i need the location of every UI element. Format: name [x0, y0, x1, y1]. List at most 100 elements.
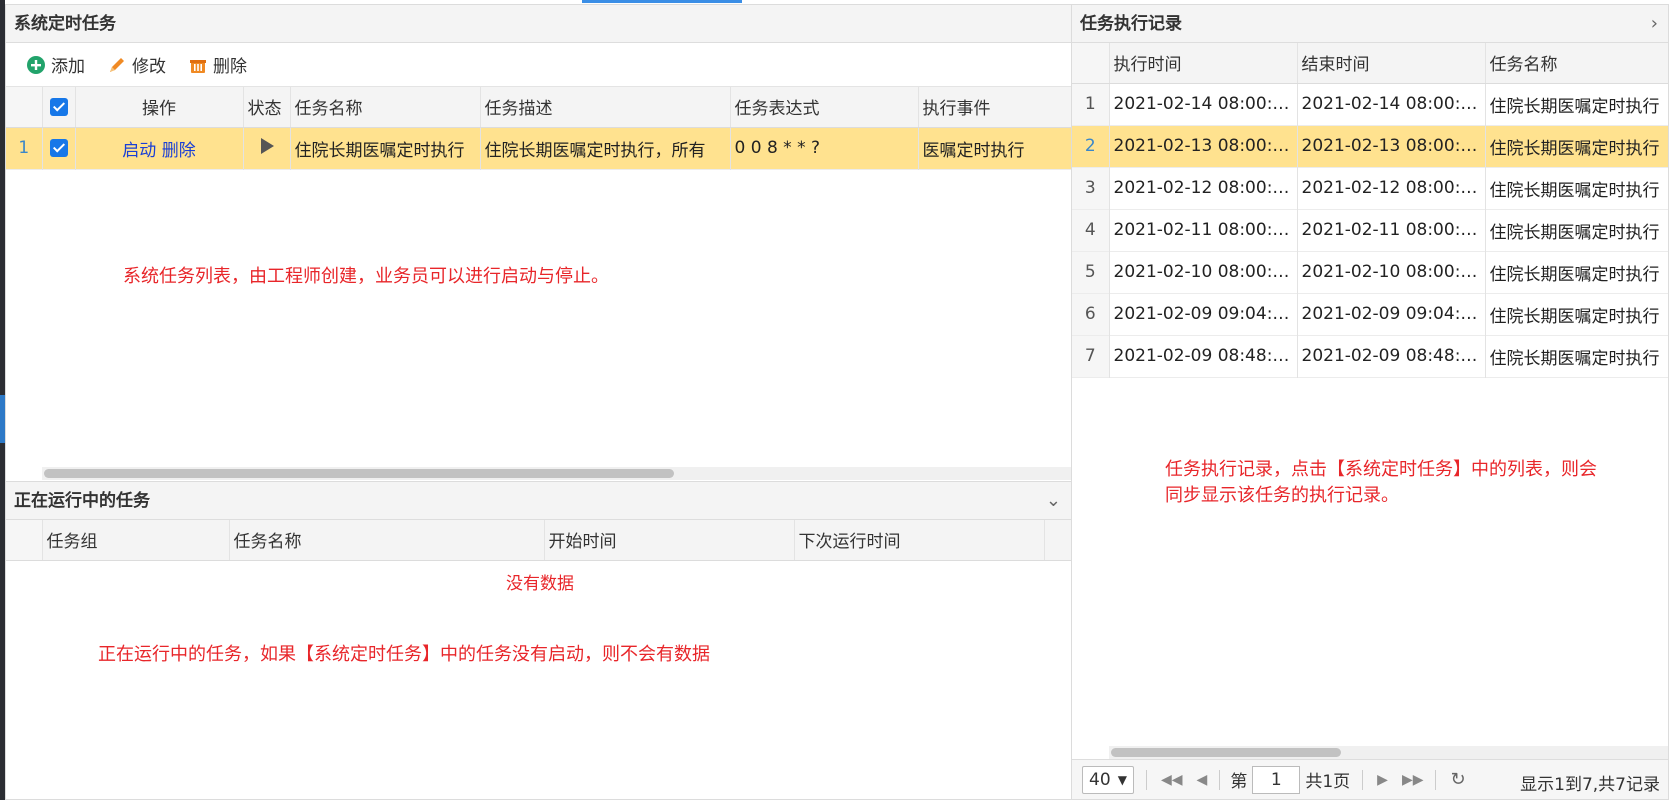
- page-size-value: 40: [1089, 769, 1111, 790]
- scrollbar-thumb[interactable]: [1111, 748, 1341, 757]
- delete-basket-icon: [190, 59, 206, 73]
- task-list-note: 系统任务列表，由工程师创建，业务员可以进行启动与停止。: [123, 266, 609, 287]
- table-row[interactable]: 3 2021-02-12 08:00:00 2021-02-12 08:00:0…: [1072, 167, 1668, 209]
- table-row[interactable]: 2 2021-02-13 08:00:00 2021-02-13 08:00:0…: [1072, 125, 1668, 167]
- no-data-text: 没有数据: [506, 574, 574, 594]
- exec-event-cell: 医嘱定时执行: [918, 127, 1071, 169]
- divider: [1219, 769, 1221, 790]
- note-line-1: 任务执行记录，点击【系统定时任务】中的列表，则会: [1165, 459, 1597, 480]
- task-name-cell: 住院长期医嘱定时执行: [1485, 293, 1668, 335]
- exec-time-cell: 2021-02-09 09:04:43: [1109, 293, 1298, 335]
- horizontal-scrollbar[interactable]: [42, 467, 1071, 480]
- edit-pencil-icon: [110, 57, 124, 72]
- pagination-bar: 40 ▼ ◀◀ ◀ 第 1 共1页 ▶ ▶▶ ↻ 显示1到7,共7记录: [1072, 759, 1668, 799]
- exec-time-cell: 2021-02-12 08:00:00: [1109, 167, 1298, 209]
- row-number-header: [1072, 43, 1110, 84]
- row-number: 3: [1072, 167, 1110, 209]
- checkbox-icon: [49, 139, 68, 157]
- exec-time-cell: 2021-02-09 08:48:40: [1109, 335, 1298, 377]
- play-icon: [260, 137, 274, 154]
- col-header-operation[interactable]: 操作: [75, 87, 244, 128]
- row-number: 7: [1072, 335, 1110, 377]
- panel-title-text: 正在运行中的任务: [14, 491, 150, 511]
- system-timed-tasks-panel: 系统定时任务 添加 修改 删除 操作 状态 任务名称 任务描述 任务表达式 执行…: [5, 4, 1072, 482]
- note-line-2: 同步显示该任务的执行记录。: [1165, 485, 1399, 506]
- chevron-down-icon: ▼: [1117, 772, 1127, 787]
- table-row[interactable]: 4 2021-02-11 08:00:00 2021-02-11 08:00:0…: [1072, 209, 1668, 251]
- task-name-cell: 住院长期医嘱定时执行: [1485, 83, 1668, 125]
- end-time-cell: 2021-02-09 08:48:43: [1297, 335, 1486, 377]
- horizontal-scrollbar[interactable]: [1109, 746, 1668, 759]
- running-table-header: 任务组 任务名称 开始时间 下次运行时间: [6, 520, 1071, 561]
- edit-label: 修改: [132, 57, 166, 77]
- delete-link[interactable]: 删除: [162, 141, 196, 161]
- col-header-exec-event[interactable]: 执行事件: [918, 87, 1071, 128]
- add-icon: [27, 55, 45, 74]
- add-button[interactable]: 添加: [26, 52, 85, 77]
- operation-cell: 启动 删除: [75, 127, 244, 169]
- page-number-input[interactable]: 1: [1252, 765, 1301, 794]
- end-time-cell: 2021-02-13 08:00:03: [1297, 125, 1486, 167]
- end-time-cell: 2021-02-14 08:00:03: [1297, 83, 1486, 125]
- checkbox-icon: [49, 97, 68, 116]
- col-header-status[interactable]: 状态: [243, 87, 291, 128]
- col-header-task-name[interactable]: 任务名称: [229, 520, 545, 561]
- row-number: 6: [1072, 293, 1110, 335]
- row-number: 4: [1072, 209, 1110, 251]
- end-time-cell: 2021-02-12 08:00:04: [1297, 167, 1486, 209]
- row-number: 1: [6, 127, 43, 169]
- table-row[interactable]: 1 启动 删除 住院长期医嘱定时执行 住院长期医嘱定时执行，所有 0 0 8 *…: [6, 127, 1071, 169]
- exec-time-cell: 2021-02-10 08:00:00: [1109, 251, 1298, 293]
- chevron-down-icon[interactable]: ⌄: [1046, 482, 1061, 520]
- active-tab-indicator: [582, 0, 742, 3]
- first-page-icon[interactable]: ◀◀: [1161, 772, 1183, 788]
- records-table-header: 执行时间 结束时间 任务名称: [1072, 43, 1668, 84]
- panel-title: 系统定时任务: [6, 5, 1071, 43]
- refresh-icon[interactable]: ↻: [1450, 769, 1465, 790]
- col-header-next-run-time[interactable]: 下次运行时间: [794, 520, 1045, 561]
- scrollbar-thumb[interactable]: [44, 469, 674, 478]
- exec-time-cell: 2021-02-14 08:00:00: [1109, 83, 1298, 125]
- page-label: 第: [1230, 772, 1248, 792]
- start-link[interactable]: 启动: [122, 141, 156, 161]
- table-row[interactable]: 1 2021-02-14 08:00:00 2021-02-14 08:00:0…: [1072, 83, 1668, 125]
- page-size-select[interactable]: 40 ▼: [1082, 765, 1134, 794]
- col-header-task-name[interactable]: 任务名称: [1485, 43, 1668, 84]
- table-row[interactable]: 6 2021-02-09 09:04:43 2021-02-09 09:04:4…: [1072, 293, 1668, 335]
- delete-button[interactable]: 删除: [188, 52, 247, 77]
- task-name-cell: 住院长期医嘱定时执行: [1485, 125, 1668, 167]
- chevron-right-icon[interactable]: ›: [1651, 5, 1658, 43]
- execution-records-table: 执行时间 结束时间 任务名称 1 2021-02-14 08:00:00 202…: [1072, 43, 1668, 378]
- running-tasks-panel: 正在运行中的任务 ⌄ 任务组 任务名称 开始时间 下次运行时间 没有数据 正在运…: [5, 481, 1072, 800]
- status-cell[interactable]: [243, 127, 291, 169]
- tasks-table: 操作 状态 任务名称 任务描述 任务表达式 执行事件 1 启动 删除 住院长期医…: [6, 87, 1071, 170]
- last-page-icon[interactable]: ▶▶: [1402, 772, 1424, 788]
- end-time-cell: 2021-02-09 09:04:45: [1297, 293, 1486, 335]
- running-tasks-note: 正在运行中的任务，如果【系统定时任务】中的任务没有启动，则不会有数据: [98, 644, 710, 665]
- task-execution-records-panel: 任务执行记录 › 执行时间 结束时间 任务名称 1 2021-02-14 08:…: [1071, 4, 1669, 800]
- task-name-cell: 住院长期医嘱定时执行: [1485, 251, 1668, 293]
- edit-button[interactable]: 修改: [107, 52, 166, 77]
- select-all-checkbox[interactable]: [42, 87, 76, 128]
- divider: [1362, 769, 1364, 790]
- table-row[interactable]: 5 2021-02-10 08:00:00 2021-02-10 08:00:0…: [1072, 251, 1668, 293]
- col-header-task-expr[interactable]: 任务表达式: [730, 87, 919, 128]
- col-header-task-group[interactable]: 任务组: [42, 520, 230, 561]
- col-header-task-desc[interactable]: 任务描述: [480, 87, 731, 128]
- exec-time-cell: 2021-02-11 08:00:00: [1109, 209, 1298, 251]
- col-header-exec-time[interactable]: 执行时间: [1109, 43, 1298, 84]
- row-number: 2: [1072, 125, 1110, 167]
- row-number: 1: [1072, 83, 1110, 125]
- next-page-icon[interactable]: ▶: [1377, 772, 1388, 788]
- divider: [1435, 769, 1437, 790]
- app-root: 系统定时任务 添加 修改 删除 操作 状态 任务名称 任务描述 任务表达式 执行…: [0, 0, 1669, 800]
- task-expr-cell: 0 0 8 * * ?: [730, 127, 919, 169]
- col-header-end-time[interactable]: 结束时间: [1297, 43, 1486, 84]
- toolbar: 添加 修改 删除: [6, 43, 1071, 87]
- col-header-start-time[interactable]: 开始时间: [544, 520, 795, 561]
- row-checkbox[interactable]: [42, 127, 76, 169]
- prev-page-icon[interactable]: ◀: [1197, 772, 1208, 788]
- end-time-cell: 2021-02-10 08:00:05: [1297, 251, 1486, 293]
- col-header-task-name[interactable]: 任务名称: [290, 87, 481, 128]
- table-row[interactable]: 7 2021-02-09 08:48:40 2021-02-09 08:48:4…: [1072, 335, 1668, 377]
